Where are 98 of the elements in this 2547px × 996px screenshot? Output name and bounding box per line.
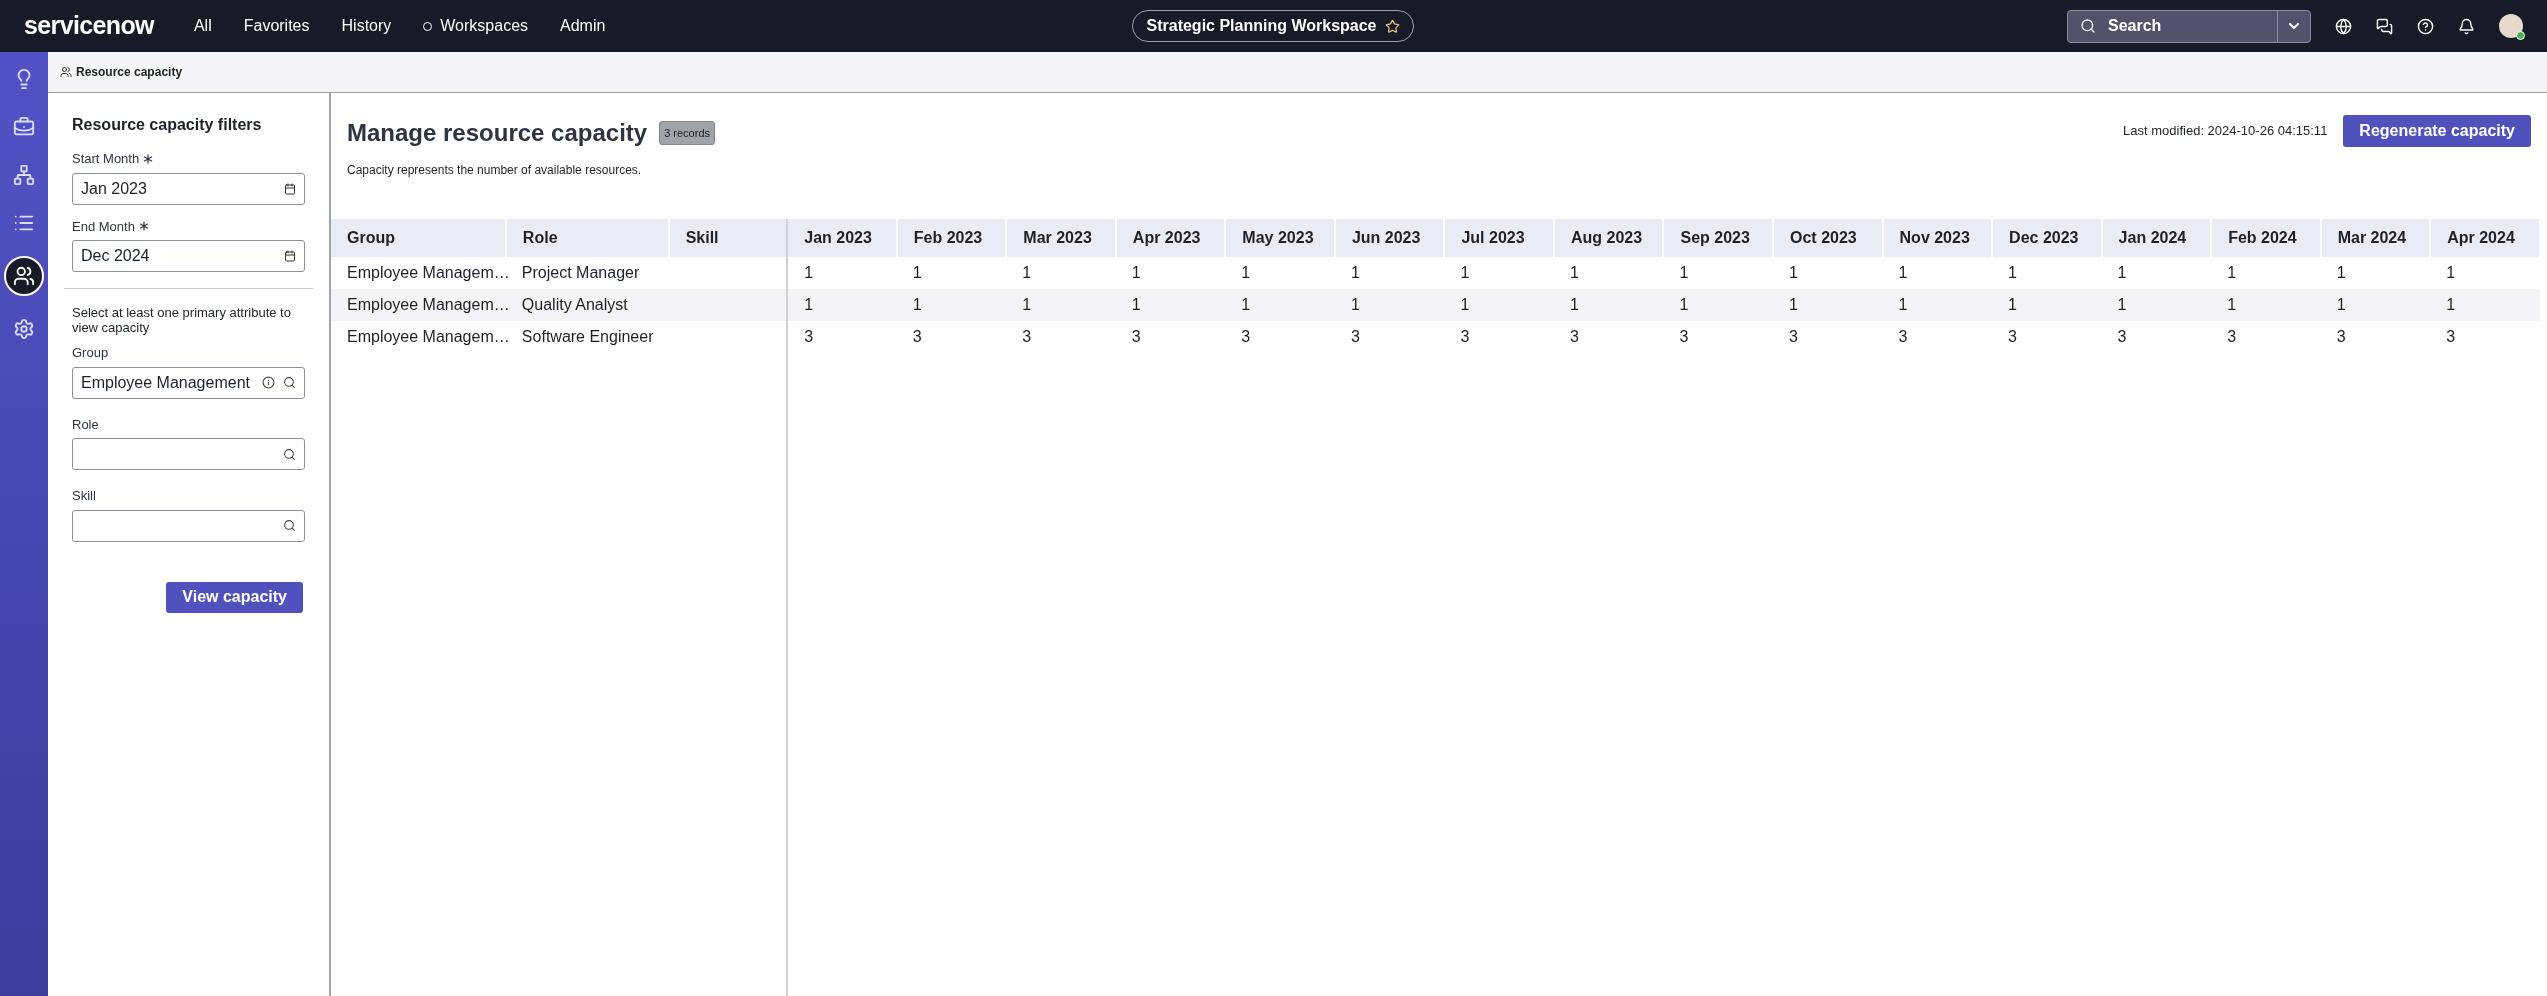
table-cell: 3 [1663,321,1773,353]
search-bar[interactable]: Search [2067,9,2311,43]
view-capacity-button[interactable]: View capacity [166,581,303,613]
table-cell: 3 [2101,321,2212,353]
table-cell: 3 [2320,321,2431,353]
help-icon[interactable] [2417,17,2434,35]
search-icon[interactable] [283,447,296,461]
star-icon[interactable] [1384,18,1400,34]
table-cell: 1 [1773,257,1883,289]
table-cell: 1 [1115,257,1226,289]
table-cell: Employee Managem… [331,289,506,321]
table-cell: 1 [2101,289,2212,321]
online-icon [2516,31,2525,40]
page-title: Manage resource capacity [347,118,648,148]
people-icon [60,66,72,78]
breadcrumb[interactable]: Resource capacity [76,63,183,81]
input-field[interactable]: Dec 2024 [72,240,305,272]
table-cell: 1 [2211,257,2321,289]
field-label: Role [72,415,99,434]
table-cell: 1 [1773,289,1883,321]
calendar-icon[interactable] [284,182,296,195]
table-cell: 3 [1444,321,1554,353]
table-cell: 1 [896,257,1007,289]
table-cell: 1 [787,289,897,321]
logo[interactable]: servicenow [24,7,154,45]
input-field[interactable] [72,438,305,470]
table-cell: 1 [1225,289,1335,321]
field-label: End Month [72,217,135,236]
globe-icon[interactable] [2335,17,2352,35]
table-cell: 1 [1225,257,1335,289]
table-cell: 1 [1992,257,2102,289]
table-cell: Employee Managem… [331,321,506,353]
table-cell: 3 [787,321,897,353]
table-cell: 3 [2211,321,2321,353]
table-cell: 3 [1773,321,1883,353]
field-label: Group [72,344,109,362]
table-cell: 3 [896,321,1007,353]
table-cell: 1 [1663,289,1773,321]
search-field[interactable]: Search [2108,14,2277,38]
table-cell: 3 [1115,321,1226,353]
table-cell: 1 [2101,257,2212,289]
table-cell: 1 [1444,289,1554,321]
table-cell: 1 [1553,257,1664,289]
people-icon [13,265,35,287]
table-cell: 1 [2211,289,2321,321]
nav-menu-item[interactable]: History [341,14,392,38]
nav-menu-item[interactable]: Favorites [243,14,310,38]
table-cell: 1 [1444,257,1554,289]
table-cell: 3 [1334,321,1445,353]
table-cell: 1 [2430,289,2540,321]
settings-icon [13,318,35,340]
table-cell: 1 [1663,257,1773,289]
table-cell: 1 [1553,289,1664,321]
table-cell: 1 [2320,257,2431,289]
hierarchy-icon [13,164,35,186]
search-icon[interactable] [283,376,296,389]
table-cell: 1 [1006,289,1116,321]
table-cell: 1 [1882,289,1993,321]
table-cell: 1 [2430,257,2540,289]
briefcase-icon [13,116,35,138]
table-cell: 1 [787,257,897,289]
table-cell: 1 [1882,257,1993,289]
search-icon [2080,18,2096,34]
notification-icon[interactable] [2458,17,2475,35]
field-label: Start Month [72,150,140,168]
table-cell: 3 [1225,321,1335,353]
table-cell: 1 [1115,289,1226,321]
subtitle: Capacity represents the number of available resources. [347,162,643,179]
info-icon[interactable] [262,376,275,389]
regenerate-capacity-button[interactable]: Regenerate capacity [2343,115,2531,147]
table-cell: 3 [1553,321,1664,353]
table-cell: Employee Managem… [331,257,506,289]
table-cell: 3 [1006,321,1116,353]
search-icon[interactable] [283,519,296,532]
last-modified: Last modified: 2024-10-26 04:15:11 [2123,122,2328,141]
table-cell: 3 [2430,321,2540,353]
nav-menu-item[interactable]: All [193,14,212,38]
table-cell: 1 [1992,289,2102,321]
panel-title: Resource capacity filters [72,115,263,135]
chat-icon[interactable] [2376,17,2393,35]
table-cell: 1 [896,289,1007,321]
field-label: Skill [72,487,96,505]
input-field[interactable]: Jan 2023 [72,172,305,205]
hint-text: Select at least one primary attribute to view capacity [72,305,292,335]
calendar-icon[interactable] [284,250,296,262]
table-cell: 1 [1006,257,1116,289]
table-cell: 1 [1334,289,1445,321]
nav-menu-item[interactable]: Workspaces [423,14,529,38]
nav-menu-item[interactable]: Admin [560,14,606,38]
input-field[interactable]: Employee Management [72,366,305,399]
record-count: 3 records [659,120,715,146]
avatar[interactable] [2499,14,2523,38]
input-field[interactable] [72,509,305,542]
table-cell: 1 [1334,257,1445,289]
table-cell: 3 [1882,321,1993,353]
table-cell: 3 [1992,321,2102,353]
table-cell: 1 [2320,289,2431,321]
rail-button[interactable] [4,256,44,296]
